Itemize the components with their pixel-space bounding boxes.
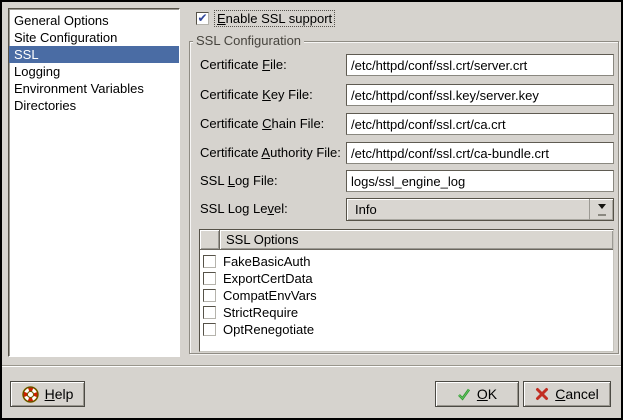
certificate-chain-file-input[interactable] [346,113,614,135]
certificate-authority-file-input[interactable] [346,142,614,164]
ssl-options-header-row: SSL Options [200,230,613,250]
ssl-options-column-header[interactable]: SSL Options [220,230,613,250]
httpd-ssl-config-dialog: General Options Site Configuration SSL L… [0,0,623,420]
certificate-authority-file-label: Certificate Authority File: [200,142,341,164]
enable-ssl-label[interactable]: Enable SSL support [214,10,335,27]
ssl-options-body: FakeBasicAuth ExportCertData CompatEnvVa… [200,250,613,338]
ok-button[interactable]: OK [435,381,519,407]
option-label: ExportCertData [223,271,313,286]
dropdown-button[interactable] [589,199,613,220]
sidebar-item-environment-variables[interactable]: Environment Variables [9,80,179,97]
sidebar-item-general-options[interactable]: General Options [9,12,179,29]
down-arrow-bar [598,214,606,216]
enable-ssl-row: ✔ Enable SSL support [196,10,335,27]
option-checkbox[interactable] [203,255,216,268]
green-check-icon [457,387,471,401]
ssl-log-level-dropdown[interactable]: Info [346,198,614,221]
option-label: CompatEnvVars [223,288,317,303]
table-row: OptRenegotiate [200,321,613,338]
red-x-icon [535,387,549,401]
down-arrow-icon [598,204,606,213]
footer-separator [2,365,621,367]
frame-title: SSL Configuration [193,33,304,48]
category-list: General Options Site Configuration SSL L… [8,8,180,357]
ssl-options-table: SSL Options FakeBasicAuth ExportCertData… [199,229,614,352]
cancel-button-label: Cancel [555,386,599,402]
table-row: FakeBasicAuth [200,253,613,270]
help-button[interactable]: Help [10,381,85,407]
enable-ssl-checkbox[interactable]: ✔ [196,12,209,25]
sidebar-item-ssl[interactable]: SSL [9,46,179,63]
option-label: FakeBasicAuth [223,254,310,269]
table-row: StrictRequire [200,304,613,321]
option-checkbox[interactable] [203,289,216,302]
option-checkbox[interactable] [203,323,216,336]
option-label: OptRenegotiate [223,322,314,337]
ssl-log-file-input[interactable] [346,170,614,192]
certificate-key-file-label: Certificate Key File: [200,84,313,106]
ssl-log-level-value: Info [355,202,377,217]
cancel-button[interactable]: Cancel [523,381,611,407]
certificate-key-file-input[interactable] [346,84,614,106]
certificate-file-label: Certificate File: [200,54,287,76]
sidebar-item-logging[interactable]: Logging [9,63,179,80]
option-label: StrictRequire [223,305,298,320]
sidebar-item-directories[interactable]: Directories [9,97,179,114]
certificate-file-input[interactable] [346,54,614,76]
ssl-log-file-label: SSL Log File: [200,170,278,192]
table-row: CompatEnvVars [200,287,613,304]
ok-button-label: OK [477,386,497,402]
certificate-chain-file-label: Certificate Chain File: [200,113,324,135]
option-checkbox[interactable] [203,272,216,285]
sidebar-item-site-configuration[interactable]: Site Configuration [9,29,179,46]
ssl-log-level-label: SSL Log Level: [200,198,288,220]
checkbox-column-header[interactable] [200,230,220,250]
help-button-label: Help [45,386,74,402]
table-row: ExportCertData [200,270,613,287]
option-checkbox[interactable] [203,306,216,319]
ssl-configuration-frame: SSL Configuration Certificate File: Cert… [189,41,619,354]
life-ring-icon [22,386,39,403]
